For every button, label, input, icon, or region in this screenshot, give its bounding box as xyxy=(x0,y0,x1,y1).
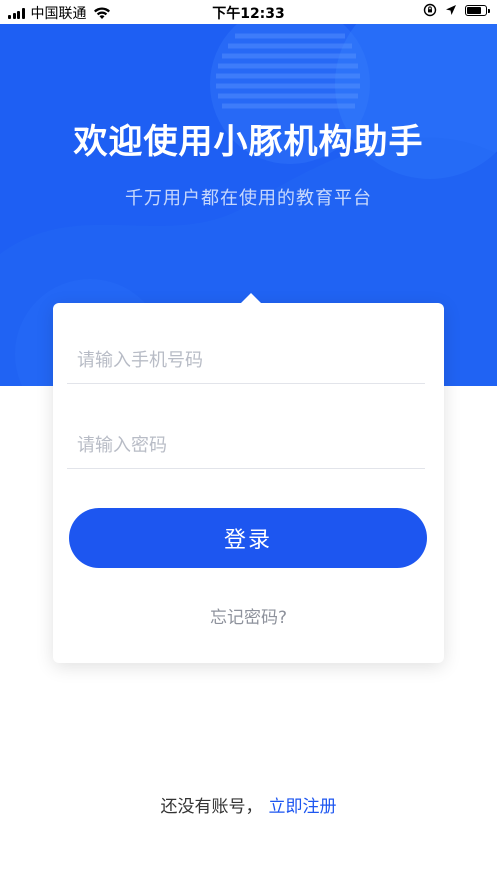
register-link[interactable]: 立即注册 xyxy=(269,797,337,817)
login-card: 登录 忘记密码? xyxy=(53,293,444,663)
page-title: 欢迎使用小豚机构助手 xyxy=(73,122,424,162)
login-button[interactable]: 登录 xyxy=(69,508,427,568)
rotation-lock-icon xyxy=(423,3,437,17)
location-arrow-icon xyxy=(446,5,456,15)
battery-icon xyxy=(465,4,490,16)
password-input[interactable] xyxy=(67,423,425,469)
status-bar: 中国联通 下午12:33 xyxy=(0,0,497,24)
forgot-password-link[interactable]: 忘记密码? xyxy=(53,603,444,628)
status-right xyxy=(423,3,490,17)
card-notch xyxy=(241,293,261,303)
phone-input[interactable] xyxy=(67,338,425,384)
page-subtitle: 千万用户都在使用的教育平台 xyxy=(125,188,372,209)
no-account-text: 还没有账号， xyxy=(160,797,263,817)
register-prompt: 还没有账号， 立即注册 xyxy=(0,792,497,817)
